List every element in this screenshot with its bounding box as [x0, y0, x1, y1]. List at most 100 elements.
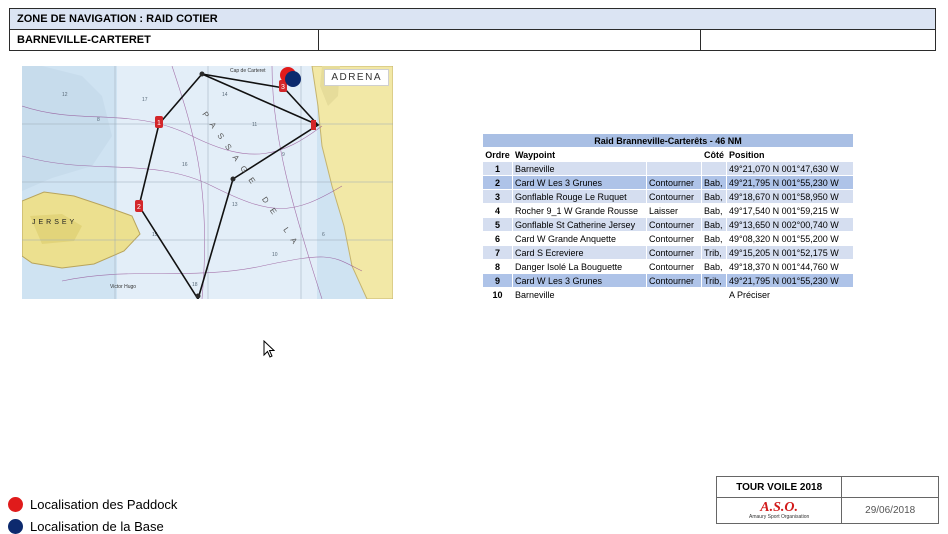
row-waypoint: Barneville — [512, 161, 647, 176]
mark-waypoint-5 — [230, 176, 236, 182]
row-order: 1 — [482, 161, 513, 176]
legend-item-paddock: Localisation des Paddock — [8, 493, 177, 515]
row-order: 5 — [482, 217, 513, 232]
mark-waypoint-6 — [195, 293, 201, 299]
row-action: Contourner — [646, 259, 702, 274]
row-side: Bab, — [701, 189, 727, 204]
row-order: 8 — [482, 259, 513, 274]
table-row: 2 Card W Les 3 Grunes Contourner Bab, 49… — [482, 175, 854, 190]
header-waypoint: Waypoint — [512, 147, 647, 162]
waypoint-marker-3-label: 3 — [281, 84, 285, 91]
row-action: Contourner — [646, 189, 702, 204]
table-row: 10 Barneville A Préciser — [482, 287, 854, 302]
row-waypoint: Gonflable St Catherine Jersey — [512, 217, 647, 232]
row-position: 49°21,795 N 001°55,230 W — [726, 175, 854, 190]
row-waypoint: Danger Isolé La Bouguette — [512, 259, 647, 274]
mouse-cursor-icon — [263, 340, 275, 358]
row-position: 49°17,540 N 001°59,215 W — [726, 203, 854, 218]
row-waypoint: Card W Les 3 Grunes — [512, 273, 647, 288]
row-side: Trib, — [701, 273, 727, 288]
event-name: TOUR VOILE 2018 — [715, 476, 843, 498]
row-position: 49°18,370 N 001°44,760 W — [726, 259, 854, 274]
row-waypoint: Rocher 9_1 W Grande Rousse — [512, 203, 647, 218]
waypoint-marker-1-label: 1 — [157, 120, 161, 127]
header-table: ZONE DE NAVIGATION : RAID COTIER BARNEVI… — [9, 8, 936, 51]
svg-text:12: 12 — [62, 92, 68, 98]
document-date: 29/06/2018 — [841, 497, 939, 524]
header-empty-cell-2 — [700, 29, 936, 51]
row-waypoint: Barneville — [512, 287, 647, 302]
svg-text:18: 18 — [192, 282, 198, 288]
aso-logo-text: A.S.O. — [760, 500, 799, 515]
cap-label: Cap de Carteret — [230, 68, 266, 74]
row-order: 2 — [482, 175, 513, 190]
row-position: 49°15,205 N 001°52,175 W — [726, 245, 854, 260]
event-info-box: TOUR VOILE 2018 A.S.O. Amaury Sport Orga… — [715, 476, 939, 524]
svg-text:8: 8 — [97, 117, 100, 123]
row-action: Laisser — [646, 203, 702, 218]
waypoint-marker-2-label: 2 — [137, 204, 141, 211]
header-empty-cell-1 — [318, 29, 701, 51]
svg-text:14: 14 — [222, 92, 228, 98]
table-row: 5 Gonflable St Catherine Jersey Contourn… — [482, 217, 854, 232]
row-action — [646, 161, 702, 176]
row-action — [646, 287, 702, 302]
row-action: Contourner — [646, 175, 702, 190]
row-order: 3 — [482, 189, 513, 204]
header-position: Position — [726, 147, 854, 162]
table-row: 6 Card W Grande Anquette Contourner Bab,… — [482, 231, 854, 246]
navy-dot-icon — [8, 518, 23, 534]
row-side: Bab, — [701, 259, 727, 274]
svg-text:9: 9 — [282, 152, 285, 158]
row-waypoint: Gonflable Rouge Le Ruquet — [512, 189, 647, 204]
row-side: Bab, — [701, 175, 727, 190]
red-dot-icon — [8, 496, 23, 512]
row-waypoint: Card W Grande Anquette — [512, 231, 647, 246]
table-row: 7 Card S Ecreviere Contourner Trib, 49°1… — [482, 245, 854, 260]
waypoint-marker-4 — [311, 120, 316, 130]
legend-label: Localisation de la Base — [30, 518, 164, 534]
row-side: Bab, — [701, 203, 727, 218]
legend-item-base: Localisation de la Base — [8, 515, 177, 534]
header-side: Côté — [701, 147, 727, 162]
legend-label: Localisation des Paddock — [30, 496, 178, 512]
location-name: BARNEVILLE-CARTERET — [9, 29, 319, 51]
row-position: 49°18,670 N 001°58,950 W — [726, 189, 854, 204]
chart-svg: 12817 14119 161310 61518 Cap de Carteret… — [22, 66, 393, 299]
aso-logo: A.S.O. Amaury Sport Organisation — [715, 497, 843, 524]
row-position: 49°21,070 N 001°47,630 W — [726, 161, 854, 176]
adrena-badge: ADRENA — [324, 69, 389, 86]
row-waypoint: Card W Les 3 Grunes — [512, 175, 647, 190]
row-side: Bab, — [701, 217, 727, 232]
aso-logo-subtitle: Amaury Sport Organisation — [749, 514, 810, 520]
nautical-chart-map: 12 8 17 14 11 9 16 13 10 6 15 18 Cap de Carteret… — [22, 66, 393, 299]
header-action — [646, 147, 702, 162]
svg-text:6: 6 — [322, 232, 325, 238]
zone-title: ZONE DE NAVIGATION : RAID COTIER — [9, 8, 936, 30]
table-row: 8 Danger Isolé La Bouguette Contourner B… — [482, 259, 854, 274]
waypoints-table: Raid Branneville-Carterêts - 46 NM Ordre… — [482, 133, 854, 302]
town-label: Victor Hugo — [110, 284, 136, 290]
row-side: Trib, — [701, 245, 727, 260]
header-order: Ordre — [482, 147, 513, 162]
row-position: 49°13,650 N 002°00,740 W — [726, 217, 854, 232]
row-waypoint: Card S Ecreviere — [512, 245, 647, 260]
row-position: 49°21,795 N 001°55,230 W — [726, 273, 854, 288]
svg-text:13: 13 — [232, 202, 238, 208]
row-order: 6 — [482, 231, 513, 246]
row-order: 9 — [482, 273, 513, 288]
row-position: 49°08,320 N 001°55,200 W — [726, 231, 854, 246]
island-label: JERSEY — [32, 219, 77, 226]
row-order: 10 — [482, 287, 513, 302]
row-order: 7 — [482, 245, 513, 260]
svg-text:17: 17 — [142, 97, 148, 103]
svg-text:10: 10 — [272, 252, 278, 258]
table-row: 3 Gonflable Rouge Le Ruquet Contourner B… — [482, 189, 854, 204]
info-empty-cell — [841, 476, 939, 498]
row-order: 4 — [482, 203, 513, 218]
table-row: 1 Barneville 49°21,070 N 001°47,630 W — [482, 161, 854, 176]
row-action: Contourner — [646, 245, 702, 260]
svg-text:11: 11 — [252, 122, 257, 128]
svg-text:16: 16 — [182, 162, 188, 168]
row-side — [701, 287, 727, 302]
